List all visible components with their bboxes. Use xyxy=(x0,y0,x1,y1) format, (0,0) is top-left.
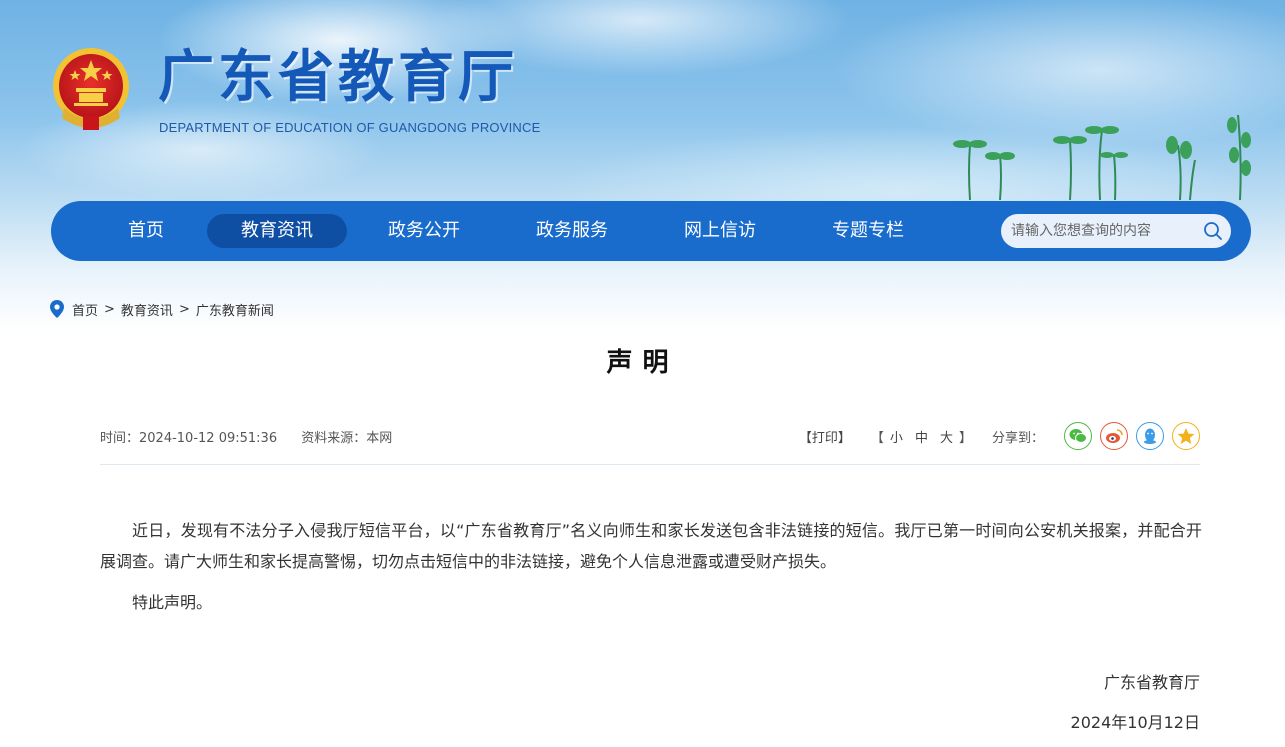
publish-time-label: 时间： xyxy=(100,431,140,446)
font-size-small-button[interactable]: 小 xyxy=(890,431,903,446)
breadcrumb-home[interactable]: 首页 xyxy=(72,300,98,319)
nav-item-government-services[interactable]: 政务服务 xyxy=(522,214,622,248)
font-size-controls: 【小中大】 xyxy=(871,427,972,446)
article-title: 声明 xyxy=(606,348,679,378)
signature-date: 2024年10月12日 xyxy=(1070,713,1200,732)
qzone-icon[interactable] xyxy=(1172,422,1200,450)
source: 资料来源：本网 xyxy=(301,431,392,446)
article-meta: 时间：2024-10-12 09:51:36 资料来源：本网 【打印】 【小中大… xyxy=(100,421,1200,451)
source-label: 资料来源： xyxy=(301,431,367,446)
publish-time-value: 2024-10-12 09:51:36 xyxy=(139,431,278,446)
location-pin-icon xyxy=(50,300,64,318)
source-value: 本网 xyxy=(366,431,393,446)
meta-divider xyxy=(100,464,1200,465)
breadcrumb-guangdong-news[interactable]: 广东教育新闻 xyxy=(196,300,274,319)
national-emblem-icon xyxy=(53,48,129,130)
nav-item-education-news[interactable]: 教育资讯 xyxy=(207,214,347,248)
site-subtitle: DEPARTMENT OF EDUCATION OF GUANGDONG PRO… xyxy=(159,120,541,135)
print-button[interactable]: 【打印】 xyxy=(799,427,851,446)
share-label: 分享到： xyxy=(991,430,1044,446)
search-icon[interactable] xyxy=(1203,221,1223,241)
sprouts-decoration xyxy=(953,114,1251,200)
article-paragraph: 近日，发现有不法分子入侵我厅短信平台，以“广东省教育厅”名义向师生和家长发送包含… xyxy=(100,521,1202,571)
font-size-medium-button[interactable]: 中 xyxy=(915,431,928,446)
article-body: 近日，发现有不法分子入侵我厅短信平台，以“广东省教育厅”名义向师生和家长发送包含… xyxy=(100,515,1202,628)
size-bracket-close: 】 xyxy=(958,430,972,446)
article-paragraph: 特此声明。 xyxy=(132,593,213,612)
main-nav: 首页 教育资讯 政务公开 政务服务 网上信访 专题专栏 xyxy=(51,201,1251,261)
weibo-icon[interactable] xyxy=(1100,422,1128,450)
search-input[interactable] xyxy=(1011,214,1196,248)
wechat-icon[interactable] xyxy=(1064,422,1092,450)
qq-icon[interactable] xyxy=(1136,422,1164,450)
breadcrumb-separator: > xyxy=(104,301,115,317)
header-banner: 广东省教育厅 DEPARTMENT OF EDUCATION OF GUANGD… xyxy=(0,0,1285,330)
nav-item-government-affairs[interactable]: 政务公开 xyxy=(374,214,474,248)
breadcrumb-education-news[interactable]: 教育资讯 xyxy=(121,300,173,319)
font-size-large-button[interactable]: 大 xyxy=(940,431,953,446)
search-box xyxy=(1001,214,1231,248)
signature-organization: 广东省教育厅 xyxy=(1103,673,1200,692)
site-title: 广东省教育厅 xyxy=(158,45,518,110)
nav-item-home[interactable]: 首页 xyxy=(106,214,186,248)
breadcrumb: 首页 > 教育资讯 > 广东教育新闻 xyxy=(50,299,274,319)
breadcrumb-separator: > xyxy=(178,301,190,317)
nav-item-special-topics[interactable]: 专题专栏 xyxy=(818,214,918,248)
size-bracket-open: 【 xyxy=(870,430,884,446)
nav-item-online-petition[interactable]: 网上信访 xyxy=(670,214,770,248)
publish-time: 时间：2024-10-12 09:51:36 xyxy=(100,431,277,446)
